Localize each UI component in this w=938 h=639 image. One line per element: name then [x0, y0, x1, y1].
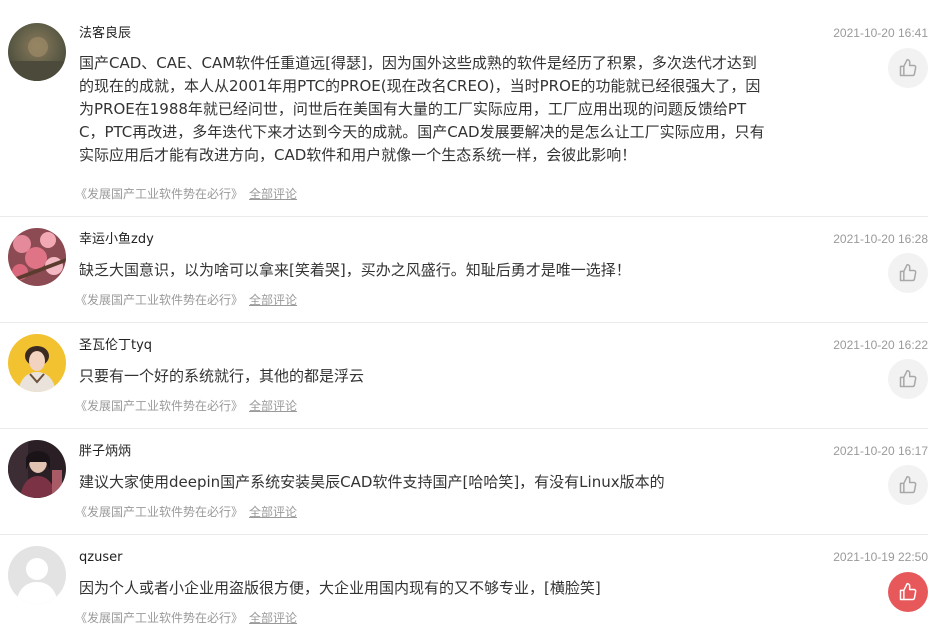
comment-text: 国产CAD、CAE、CAM软件任重道远[得瑟]，因为国外这些成熟的软件是经历了积… [79, 54, 765, 164]
user-name[interactable]: qzuser [79, 550, 122, 566]
default-user-avatar-icon[interactable] [8, 546, 66, 604]
person-photo-avatar-icon[interactable] [8, 440, 66, 498]
comment-timestamp: 2021-10-20 16:22 [833, 338, 928, 352]
article-link[interactable]: 《发展国产工业软件势在必行》 [75, 611, 243, 625]
comment-meta: 《发展国产工业软件势在必行》 全部评论 [75, 505, 297, 519]
article-link[interactable]: 《发展国产工业软件势在必行》 [75, 187, 243, 201]
thumbs-up-icon [899, 369, 917, 388]
comment-item: qzuser 2021-10-19 22:50 因为个人或者小企业用盗版很方便，… [0, 535, 928, 639]
like-button-active[interactable] [888, 572, 928, 612]
thumbs-up-icon [899, 263, 917, 282]
comment-list: 法客良辰 2021-10-20 16:41 国产CAD、CAE、CAM软件任重道… [0, 0, 938, 639]
comment-timestamp: 2021-10-20 16:17 [833, 444, 928, 458]
comment-item: 幸运小鱼zdy 2021-10-20 16:28 缺乏大国意识，以为啥可以拿来[… [0, 217, 928, 323]
all-comments-link[interactable]: 全部评论 [249, 293, 297, 307]
user-name[interactable]: 胖子炳炳 [79, 444, 131, 460]
comment-meta: 《发展国产工业软件势在必行》 全部评论 [75, 187, 297, 201]
thumbs-up-icon [899, 475, 917, 494]
flower-avatar-icon[interactable] [8, 228, 66, 286]
all-comments-link[interactable]: 全部评论 [249, 399, 297, 413]
article-link[interactable]: 《发展国产工业软件势在必行》 [75, 505, 243, 519]
landscape-avatar-icon[interactable] [8, 23, 66, 81]
all-comments-link[interactable]: 全部评论 [249, 187, 297, 201]
comment-meta: 《发展国产工业软件势在必行》 全部评论 [75, 611, 297, 625]
comment-timestamp: 2021-10-20 16:41 [833, 26, 928, 40]
comment-timestamp: 2021-10-20 16:28 [833, 232, 928, 246]
comment-item: 法客良辰 2021-10-20 16:41 国产CAD、CAE、CAM软件任重道… [0, 0, 928, 217]
portrait-avatar-icon[interactable] [8, 334, 66, 392]
all-comments-link[interactable]: 全部评论 [249, 611, 297, 625]
article-link[interactable]: 《发展国产工业软件势在必行》 [75, 399, 243, 413]
like-button[interactable] [888, 465, 928, 505]
all-comments-link[interactable]: 全部评论 [249, 505, 297, 519]
user-name[interactable]: 圣瓦伦丁tyq [79, 338, 152, 354]
comment-timestamp: 2021-10-19 22:50 [833, 550, 928, 564]
comment-item: 圣瓦伦丁tyq 2021-10-20 16:22 只要有一个好的系统就行，其他的… [0, 323, 928, 429]
comment-text: 建议大家使用deepin国产系统安装昊辰CAD软件支持国产[哈哈笑]，有没有Li… [79, 473, 665, 491]
thumbs-up-icon [899, 58, 917, 77]
comment-text: 因为个人或者小企业用盗版很方便，大企业用国内现有的又不够专业，[横脸笑] [79, 579, 601, 597]
like-button[interactable] [888, 359, 928, 399]
comment-text: 只要有一个好的系统就行，其他的都是浮云 [79, 367, 365, 385]
like-button[interactable] [888, 48, 928, 88]
comment-meta: 《发展国产工业软件势在必行》 全部评论 [75, 293, 297, 307]
like-button[interactable] [888, 253, 928, 293]
user-name[interactable]: 幸运小鱼zdy [79, 232, 154, 248]
comment-item: 胖子炳炳 2021-10-20 16:17 建议大家使用deepin国产系统安装… [0, 429, 928, 535]
comment-meta: 《发展国产工业软件势在必行》 全部评论 [75, 399, 297, 413]
article-link[interactable]: 《发展国产工业软件势在必行》 [75, 293, 243, 307]
thumbs-up-icon [899, 582, 917, 601]
user-name[interactable]: 法客良辰 [79, 26, 131, 42]
comment-text: 缺乏大国意识，以为啥可以拿来[笑着哭]，买办之风盛行。知耻后勇才是唯一选择！ [79, 261, 631, 279]
